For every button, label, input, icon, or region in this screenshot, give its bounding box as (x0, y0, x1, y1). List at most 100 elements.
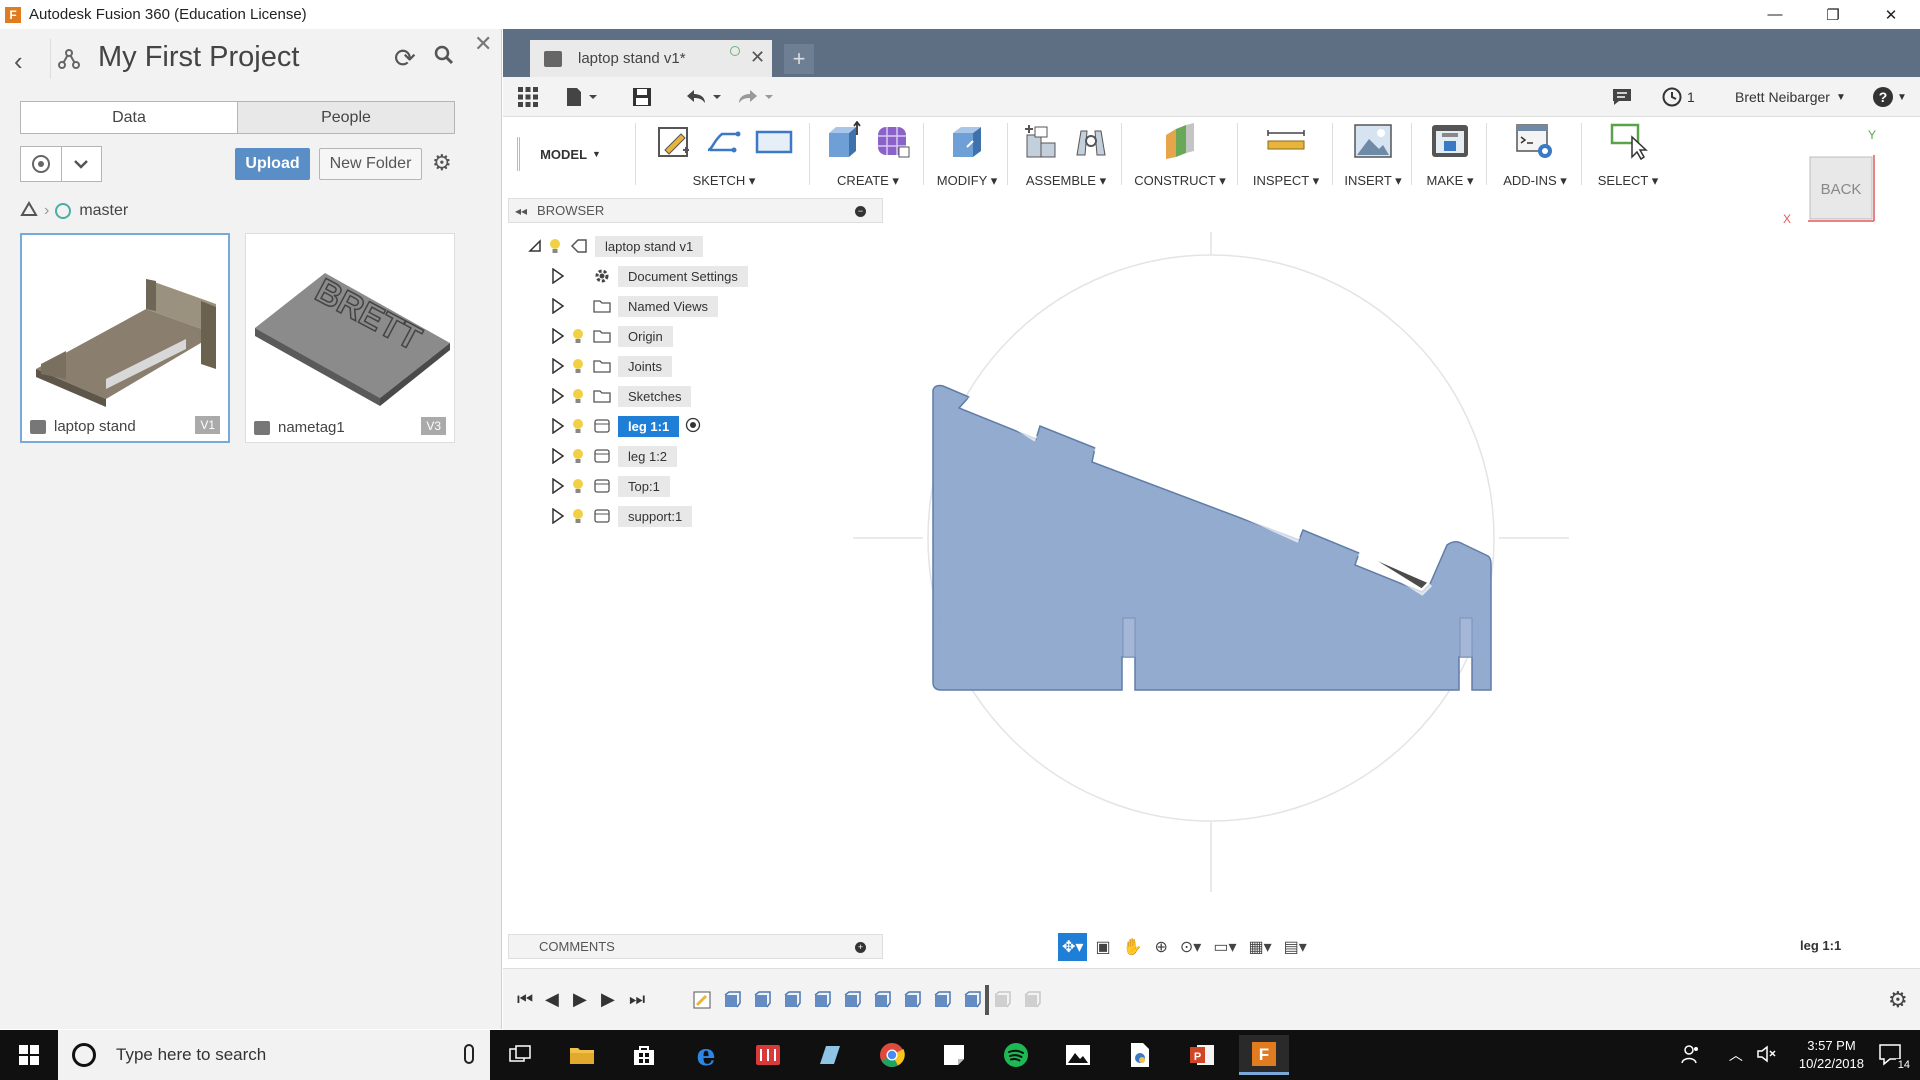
tree-item-sketches[interactable]: Sketches (548, 383, 692, 409)
add-ins-group[interactable]: ADD-INS ▾ (1490, 117, 1580, 192)
timeline-feature[interactable] (723, 991, 741, 1009)
hub-home-icon[interactable] (50, 39, 86, 79)
orbit-button[interactable]: ✥▾ (1058, 933, 1088, 961)
photos-icon[interactable] (1053, 1035, 1103, 1075)
visibility-bulb-icon[interactable] (568, 476, 588, 496)
go-to-start-icon[interactable]: ⏮ (517, 989, 533, 1010)
inspect-menu[interactable]: INSPECT ▾ (1241, 173, 1331, 189)
timeline-feature[interactable] (903, 991, 921, 1009)
version-history-dropdown[interactable] (20, 146, 102, 182)
close-tab-icon[interactable]: ✕ (750, 47, 765, 68)
modify-menu[interactable]: MODIFY ▾ (927, 173, 1007, 189)
file-card-nametag1[interactable]: BRETT nametag1 V3 (245, 233, 455, 443)
minimize-button[interactable]: — (1746, 0, 1804, 29)
timeline-feature[interactable] (753, 991, 771, 1009)
timeline-feature[interactable] (933, 991, 951, 1009)
new-folder-button[interactable]: New Folder (319, 148, 422, 180)
select-window-icon[interactable] (1608, 121, 1648, 161)
step-forward-icon[interactable]: ▶ (601, 989, 615, 1010)
viewports-icon[interactable]: ▤▾ (1280, 933, 1311, 961)
3d-print-icon[interactable] (1430, 121, 1470, 161)
data-panel-grid-icon[interactable] (517, 77, 539, 117)
timeline-feature[interactable] (993, 991, 1011, 1009)
add-comment-icon[interactable]: + (855, 942, 866, 953)
document-tab[interactable]: laptop stand v1* ✕ (530, 40, 772, 77)
tab-data[interactable]: Data (21, 102, 238, 133)
create-group[interactable]: CREATE ▾ (813, 117, 923, 192)
insert-menu[interactable]: INSERT ▾ (1336, 173, 1410, 189)
timeline-feature[interactable] (963, 991, 981, 1009)
timeline-feature[interactable] (783, 991, 801, 1009)
tree-item-document-settings[interactable]: Document Settings (548, 263, 748, 289)
measure-icon[interactable] (1266, 121, 1306, 161)
assemble-menu[interactable]: ASSEMBLE ▾ (1011, 173, 1121, 189)
select-menu[interactable]: SELECT ▾ (1585, 173, 1671, 189)
edge-browser-icon[interactable]: e (681, 1035, 731, 1075)
new-component-icon[interactable] (1021, 121, 1061, 161)
branch-name[interactable]: master (79, 202, 128, 220)
expand-triangle-icon[interactable] (548, 506, 568, 526)
file-explorer-icon[interactable] (557, 1035, 607, 1075)
windows-start-icon[interactable] (0, 1030, 58, 1080)
redo-icon[interactable] (735, 77, 775, 117)
taskbar-clock[interactable]: 3:57 PM 10/22/2018 (1799, 1037, 1864, 1073)
go-to-end-icon[interactable]: ⏭ (629, 989, 645, 1010)
tree-item-named-views[interactable]: Named Views (548, 293, 718, 319)
tree-item-top-1[interactable]: Top:1 (548, 473, 670, 499)
make-group[interactable]: MAKE ▾ (1415, 117, 1485, 192)
assemble-group[interactable]: ASSEMBLE ▾ (1011, 117, 1121, 192)
construct-group[interactable]: CONSTRUCT ▾ (1125, 117, 1235, 192)
restore-button[interactable]: ❐ (1804, 0, 1862, 29)
help-menu[interactable]: ? ▼ (1873, 77, 1907, 117)
tree-item-support-1[interactable]: support:1 (548, 503, 693, 529)
visibility-bulb-icon[interactable] (545, 236, 565, 256)
close-panel-icon[interactable]: ✕ (474, 31, 492, 57)
timeline-feature[interactable] (813, 991, 831, 1009)
rectangle-icon[interactable] (754, 121, 794, 161)
activate-radio-icon[interactable] (685, 417, 701, 436)
visibility-bulb-icon[interactable] (568, 446, 588, 466)
sketch-menu[interactable]: SKETCH ▾ (639, 173, 809, 189)
expand-triangle-icon[interactable] (548, 296, 568, 316)
timeline-feature[interactable] (1023, 991, 1041, 1009)
press-pull-icon[interactable] (947, 121, 987, 161)
part-leg-1-1[interactable] (932, 384, 1492, 691)
scripts-icon[interactable] (1515, 121, 1555, 161)
expand-triangle-icon[interactable] (548, 386, 568, 406)
action-center-icon[interactable]: 14 (1878, 1042, 1912, 1071)
visibility-bulb-icon[interactable] (568, 506, 588, 526)
taskbar-search-box[interactable]: Type here to search (58, 1030, 490, 1080)
expand-triangle-icon[interactable] (548, 476, 568, 496)
visibility-bulb-icon[interactable] (568, 386, 588, 406)
gear-icon[interactable]: ⚙ (432, 150, 452, 176)
add-ins-menu[interactable]: ADD-INS ▾ (1490, 173, 1580, 189)
browser-panel-header[interactable]: ◂◂ BROWSER − (508, 198, 883, 223)
pin-icon[interactable]: − (855, 206, 866, 217)
joint-icon[interactable] (1071, 121, 1111, 161)
expand-triangle-icon[interactable] (548, 416, 568, 436)
toolbar-grip[interactable] (517, 137, 520, 171)
save-icon[interactable] (631, 77, 653, 117)
close-window-button[interactable]: ✕ (1862, 0, 1920, 29)
microphone-icon[interactable] (464, 1044, 474, 1064)
view-cube[interactable]: BACK (1808, 155, 1878, 225)
chrome-icon[interactable] (867, 1035, 917, 1075)
line-icon[interactable] (704, 121, 744, 161)
file-menu-icon[interactable] (565, 77, 599, 117)
grid-settings-icon[interactable]: ▦▾ (1244, 933, 1275, 961)
make-menu[interactable]: MAKE ▾ (1415, 173, 1485, 189)
file-card-laptop-stand[interactable]: laptop stand V1 (20, 233, 230, 443)
sketch-group[interactable]: SKETCH ▾ (639, 117, 809, 192)
upload-button[interactable]: Upload (235, 148, 310, 180)
fit-icon[interactable]: ⊙▾ (1176, 933, 1205, 961)
collapse-icon[interactable]: ◂◂ (515, 204, 527, 218)
inspect-group[interactable]: INSPECT ▾ (1241, 117, 1331, 192)
notifications-icon[interactable] (1611, 77, 1633, 117)
timeline-marker[interactable] (985, 985, 989, 1015)
new-tab-button[interactable]: + (784, 44, 814, 74)
timeline-feature[interactable] (843, 991, 861, 1009)
collapse-triangle-icon[interactable] (525, 236, 545, 256)
snip-tool-icon[interactable] (805, 1035, 855, 1075)
insert-group[interactable]: INSERT ▾ (1336, 117, 1410, 192)
tree-item-leg-1-2[interactable]: leg 1:2 (548, 443, 678, 469)
